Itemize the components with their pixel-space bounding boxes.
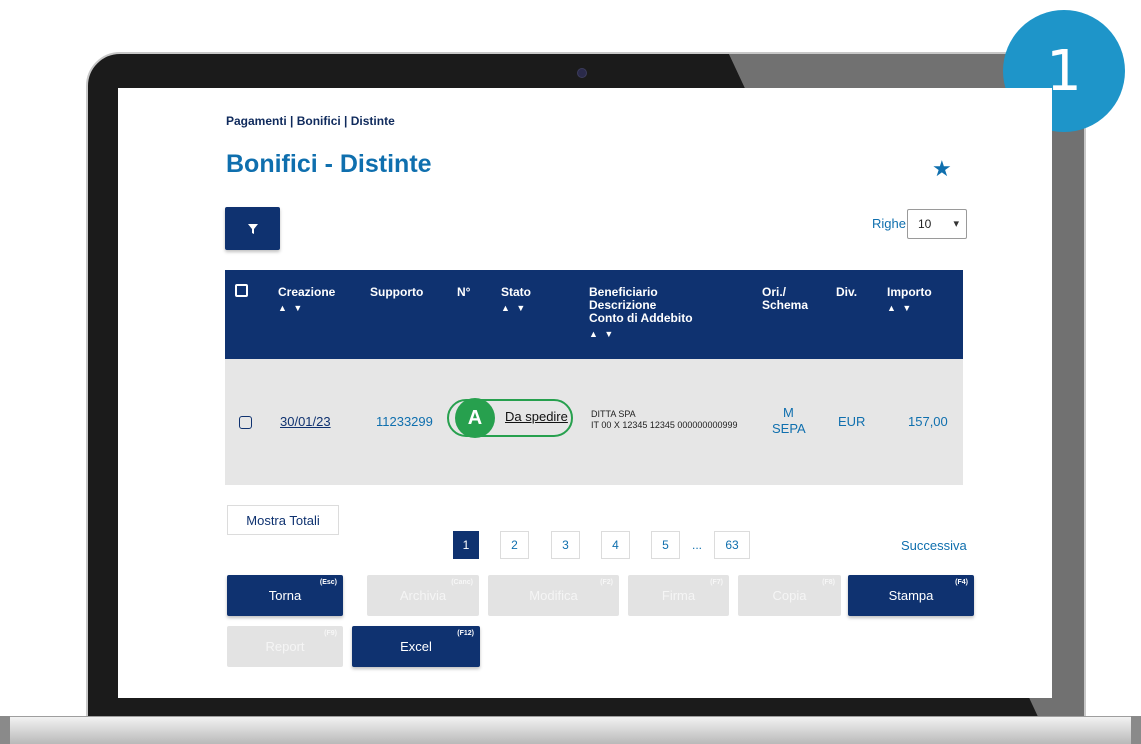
col-importo[interactable]: Importo ▲ ▼ bbox=[887, 286, 932, 315]
excel-shortcut: (F12) bbox=[457, 630, 474, 637]
sort-arrows-icon[interactable]: ▲ ▼ bbox=[278, 302, 335, 315]
stampa-shortcut: (F4) bbox=[955, 579, 968, 586]
report-label: Report bbox=[265, 639, 305, 654]
col-stato-label: Stato bbox=[501, 285, 531, 299]
laptop-base-right bbox=[1131, 716, 1141, 744]
row-data-link[interactable]: 30/01/23 bbox=[280, 414, 331, 429]
modifica-shortcut: (F2) bbox=[600, 579, 613, 586]
webcam bbox=[577, 68, 587, 78]
row-div: EUR bbox=[838, 414, 866, 429]
col-creazione[interactable]: Creazione ▲ ▼ bbox=[278, 286, 335, 315]
archivia-button[interactable]: Archivia (Canc) bbox=[367, 575, 479, 616]
sort-arrows-icon[interactable]: ▲ ▼ bbox=[589, 328, 693, 341]
pagination-ellipsis: ... bbox=[692, 538, 703, 552]
copia-shortcut: (F8) bbox=[822, 579, 835, 586]
page-last-button[interactable]: 63 bbox=[714, 531, 750, 559]
col-creazione-label: Creazione bbox=[278, 285, 336, 299]
row-conto: IT 00 X 12345 12345 000000000999 bbox=[591, 420, 738, 430]
firma-label: Firma bbox=[661, 588, 696, 603]
torna-shortcut: (Esc) bbox=[319, 579, 337, 586]
copia-label: Copia bbox=[772, 588, 807, 603]
col-beneficiario[interactable]: Beneficiario Descrizione Conto di Addebi… bbox=[589, 286, 693, 341]
laptop-base bbox=[0, 716, 1141, 744]
laptop-base-left bbox=[0, 716, 10, 744]
breadcrumb: Pagamenti | Bonifici | Distinte bbox=[226, 114, 395, 128]
stampa-button[interactable]: Stampa (F4) bbox=[848, 575, 974, 616]
table-header: Creazione ▲ ▼ Supporto N° Stato ▲ ▼ Bene… bbox=[225, 270, 963, 359]
sort-arrows-icon[interactable]: ▲ ▼ bbox=[501, 302, 531, 315]
firma-button[interactable]: Firma (F7) bbox=[628, 575, 729, 616]
row-schema: SEPA bbox=[772, 421, 806, 436]
laptop-stage: 1 Pagamenti | Bonifici | Distinte Bonifi… bbox=[0, 0, 1141, 744]
col-supporto: Supporto bbox=[370, 285, 424, 299]
excel-button[interactable]: Excel (F12) bbox=[352, 626, 480, 667]
row-importo: 157,00 bbox=[908, 414, 948, 429]
modifica-button[interactable]: Modifica (F2) bbox=[488, 575, 619, 616]
row-stato-link[interactable]: Da spedire bbox=[505, 409, 568, 424]
row-beneficiario: DITTA SPA bbox=[591, 409, 636, 419]
table-row: 30/01/23 11233299 A Da spedire DITTA SPA… bbox=[225, 359, 963, 485]
row-supporto: 11233299 bbox=[376, 414, 433, 429]
rows-select-value: 10 bbox=[918, 217, 932, 231]
favorite-star-icon[interactable]: ★ bbox=[932, 158, 954, 180]
select-all-checkbox[interactable] bbox=[235, 284, 248, 297]
app-screen: Pagamenti | Bonifici | Distinte Bonifici… bbox=[118, 88, 1052, 698]
col-stato[interactable]: Stato ▲ ▼ bbox=[501, 286, 531, 315]
modifica-label: Modifica bbox=[529, 588, 578, 603]
row-ori: M bbox=[783, 405, 794, 420]
filter-icon bbox=[247, 223, 258, 234]
copia-button[interactable]: Copia (F8) bbox=[738, 575, 841, 616]
col-schema-label: Schema bbox=[762, 298, 809, 312]
archivia-shortcut: (Canc) bbox=[451, 579, 473, 586]
page-5-button[interactable]: 5 bbox=[651, 531, 680, 559]
chevron-down-icon: ▾ bbox=[953, 218, 959, 230]
annotation-badge-a: A bbox=[455, 398, 495, 438]
firma-shortcut: (F7) bbox=[710, 579, 723, 586]
col-div: Div. bbox=[836, 285, 858, 299]
report-button[interactable]: Report (F9) bbox=[227, 626, 343, 667]
stampa-label: Stampa bbox=[888, 588, 934, 603]
archivia-label: Archivia bbox=[399, 588, 447, 603]
next-page-link[interactable]: Successiva bbox=[901, 538, 967, 553]
col-conto-label: Conto di Addebito bbox=[589, 311, 693, 325]
torna-button[interactable]: Torna (Esc) bbox=[227, 575, 343, 616]
sort-arrows-icon[interactable]: ▲ ▼ bbox=[887, 302, 932, 315]
page-4-button[interactable]: 4 bbox=[601, 531, 630, 559]
row-checkbox[interactable] bbox=[239, 416, 252, 429]
excel-label: Excel bbox=[400, 639, 432, 654]
page-title: Bonifici - Distinte bbox=[226, 150, 432, 178]
page-1-button[interactable]: 1 bbox=[453, 531, 479, 559]
col-ori-schema: Ori./ Schema bbox=[762, 286, 808, 312]
torna-label: Torna bbox=[268, 588, 302, 603]
col-importo-label: Importo bbox=[887, 285, 932, 299]
rows-label: Righe bbox=[872, 216, 906, 231]
filter-button[interactable] bbox=[225, 207, 280, 250]
col-numero: N° bbox=[457, 285, 471, 299]
report-shortcut: (F9) bbox=[324, 630, 337, 637]
page-3-button[interactable]: 3 bbox=[551, 531, 580, 559]
page-2-button[interactable]: 2 bbox=[500, 531, 529, 559]
mostra-totali-button[interactable]: Mostra Totali bbox=[227, 505, 339, 535]
rows-per-page-select[interactable]: 10 ▾ bbox=[907, 209, 967, 239]
